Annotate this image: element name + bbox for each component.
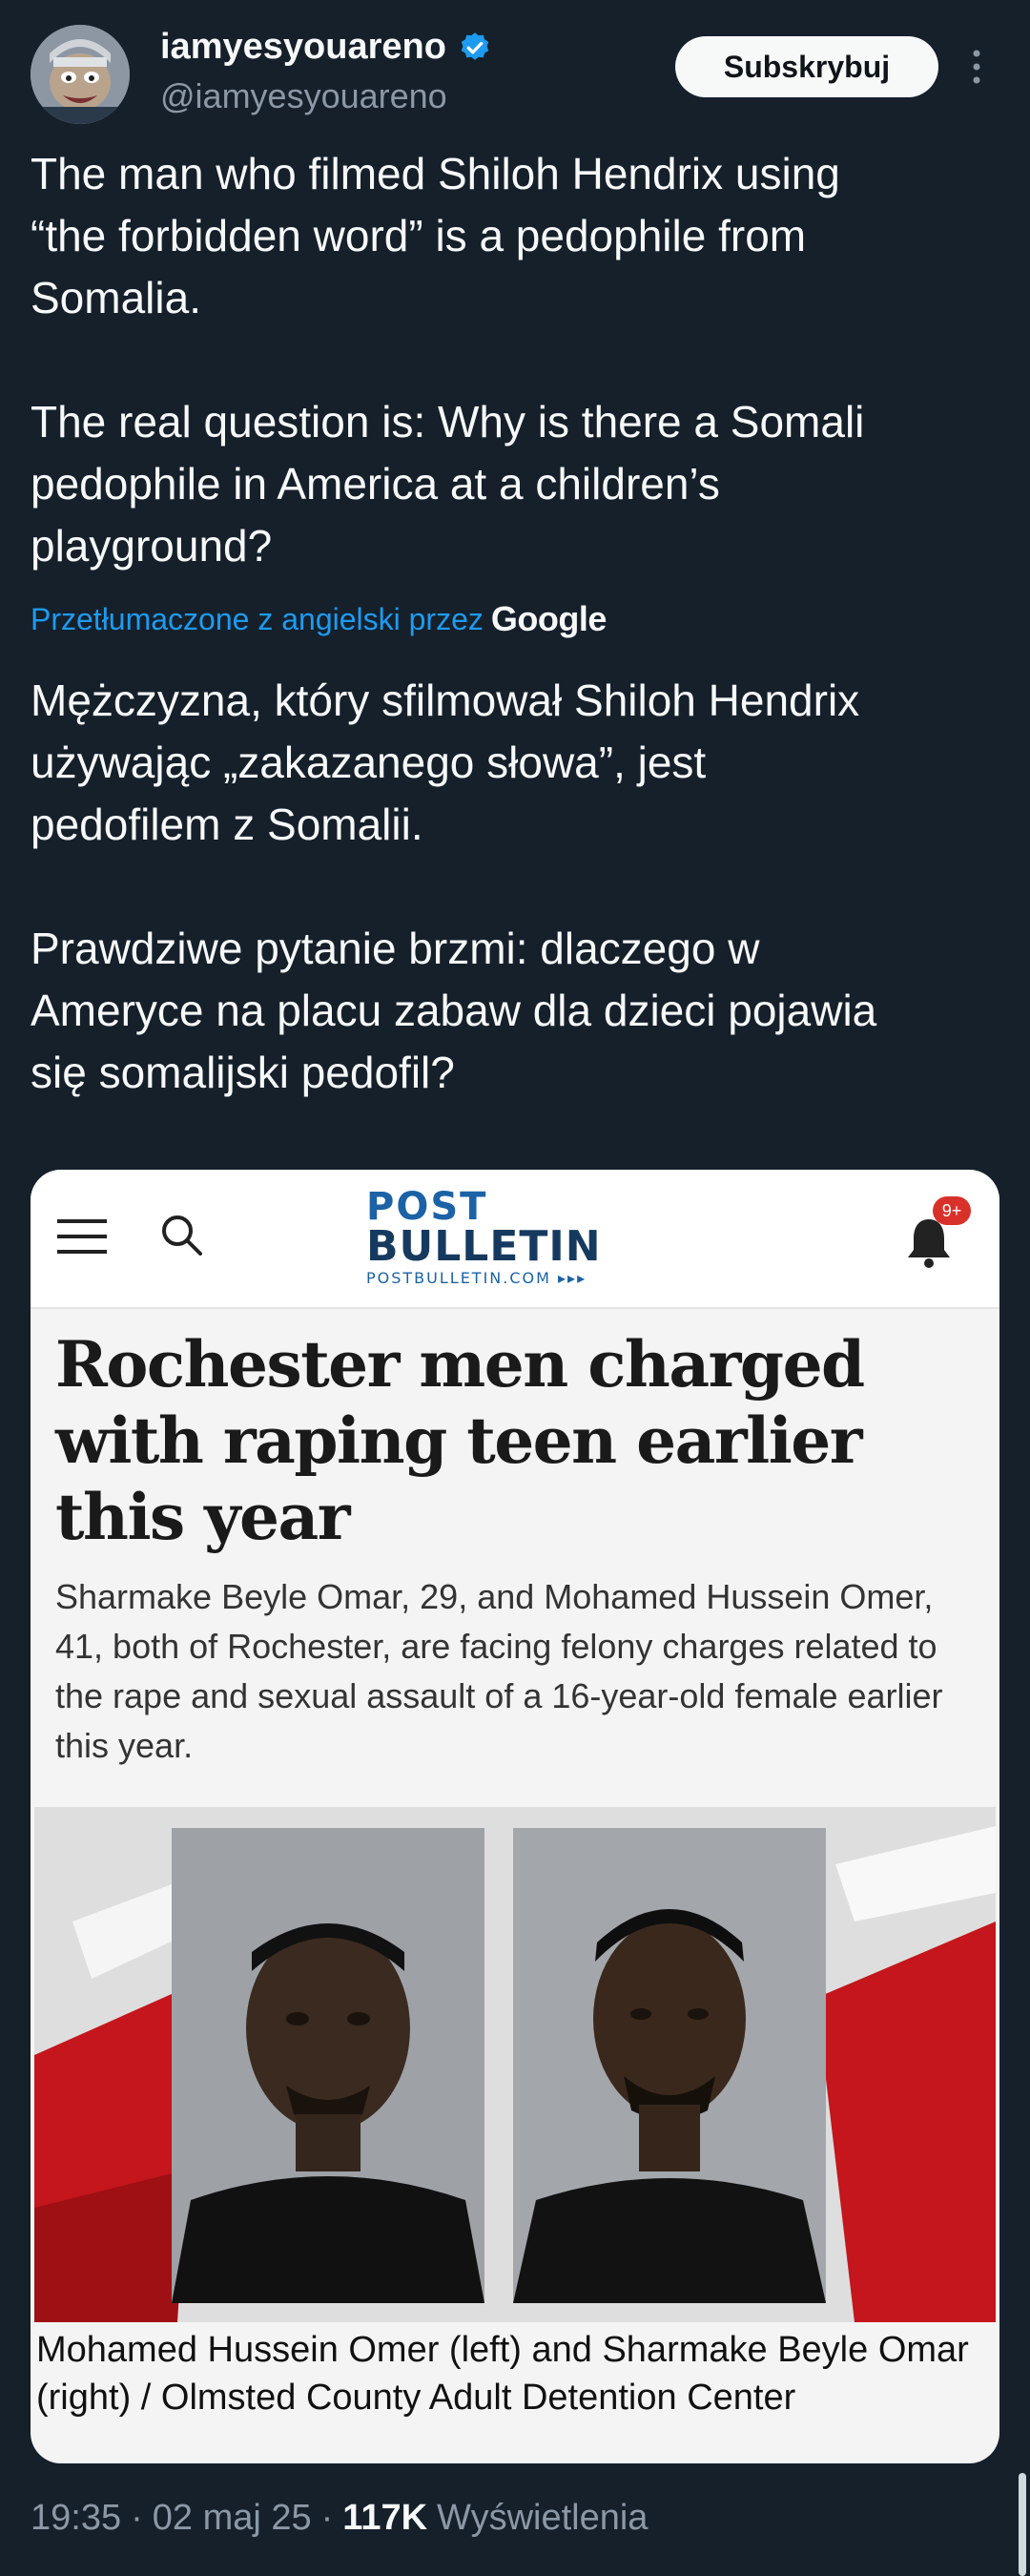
mugshot-left	[172, 1828, 484, 2303]
logo-domain-text: POSTBULLETIN.COM ▸▸▸	[366, 1269, 587, 1287]
google-logo: Google	[490, 599, 608, 638]
mugshot-right	[513, 1828, 826, 2303]
photo-caption: Mohamed Hussein Omer (left) and Sharmake…	[36, 2330, 969, 2418]
author-display-name[interactable]: iamyesyouareno	[160, 27, 446, 68]
logo-bulletin-text: BULLETIN	[366, 1222, 602, 1271]
subscribe-button[interactable]: Subskrybuj	[675, 36, 938, 97]
mugshot-photo-area	[34, 1807, 996, 2322]
verified-badge-icon	[461, 31, 489, 60]
tweet-time[interactable]: 19:35	[31, 2498, 121, 2539]
more-options-icon[interactable]	[967, 44, 986, 90]
translated-by-label[interactable]: Przetłumaczone z angielski przez	[31, 602, 484, 637]
person-right-photo	[513, 1828, 826, 2303]
article-headline: Rochester men charged with raping teen e…	[55, 1327, 865, 1554]
meta-separator: ·	[131, 2498, 143, 2538]
author-name-row: iamyesyouareno	[160, 27, 492, 68]
logo-post-text: POST	[366, 1185, 488, 1229]
avatar[interactable]	[31, 25, 130, 124]
tweet-meta: 19:35 · 02 maj 25 · 117K Wyświetlenia	[31, 2498, 648, 2539]
author-handle[interactable]: @iamyesyouareno	[160, 76, 447, 116]
search-icon	[162, 1215, 202, 1256]
views-count: 117K	[342, 2498, 428, 2538]
scrollbar[interactable]	[1019, 2473, 1026, 2576]
tweet-text: The man who filmed Shiloh Hendrix using …	[31, 149, 865, 571]
views-label: Wyświetlenia	[437, 2498, 649, 2538]
tweet-media-image[interactable]: POST BULLETIN POSTBULLETIN.COM ▸▸▸ 9+ Ro…	[31, 1170, 999, 2463]
translated-tweet-text: Mężczyzna, który sfilmował Shiloh Hendri…	[31, 675, 877, 1097]
news-site-header: POST BULLETIN POSTBULLETIN.COM ▸▸▸ 9+	[31, 1170, 999, 1309]
tweet-header: iamyesyouareno @iamyesyouareno Subskrybu…	[0, 0, 1030, 134]
tweet-date[interactable]: 02 maj 25	[153, 2498, 312, 2539]
post-bulletin-logo: POST BULLETIN POSTBULLETIN.COM ▸▸▸	[366, 1185, 652, 1287]
notification-badge: 9+	[933, 1196, 971, 1225]
article-dek: Sharmake Beyle Omar, 29, and Mohamed Hus…	[55, 1577, 943, 1765]
translation-attribution: Przetłumaczone z angielski przez Google	[31, 599, 607, 639]
hamburger-menu-icon	[57, 1219, 107, 1254]
person-left-photo	[172, 1828, 484, 2303]
meta-separator: ·	[320, 2498, 334, 2538]
avatar-cartoon-icon	[31, 25, 130, 124]
